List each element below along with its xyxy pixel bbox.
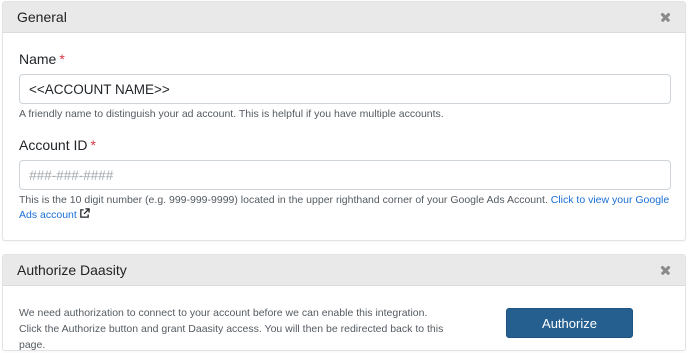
name-label: Name * (19, 51, 65, 67)
general-panel-title: General (17, 9, 67, 25)
authorize-description: We need authorization to connect to your… (19, 307, 444, 351)
authorize-panel-title: Authorize Daasity (17, 262, 127, 278)
authorize-panel-header: Authorize Daasity (3, 255, 685, 286)
account-id-help-text: This is the 10 digit number (e.g. 999-99… (19, 194, 548, 206)
general-panel-header: General (3, 2, 685, 33)
general-panel: General Name* A friendly name to disting… (2, 1, 686, 241)
name-input[interactable] (19, 74, 671, 104)
external-link-icon[interactable] (79, 208, 90, 219)
required-asterisk: * (59, 51, 65, 67)
close-icon[interactable] (659, 10, 673, 24)
name-help-text: A friendly name to distinguish your ad a… (19, 108, 444, 120)
authorize-button[interactable]: Authorize (506, 308, 633, 338)
account-id-label-text: Account ID (19, 137, 88, 153)
required-asterisk: * (90, 137, 96, 153)
account-id-label: Account ID * (19, 137, 96, 153)
account-id-help: This is the 10 digit number (e.g. 999-99… (19, 193, 675, 223)
account-id-input[interactable] (19, 160, 671, 190)
authorize-panel: Authorize Daasity We need authorization … (2, 254, 686, 351)
close-icon[interactable] (659, 263, 673, 277)
name-label-text: Name (19, 51, 57, 67)
